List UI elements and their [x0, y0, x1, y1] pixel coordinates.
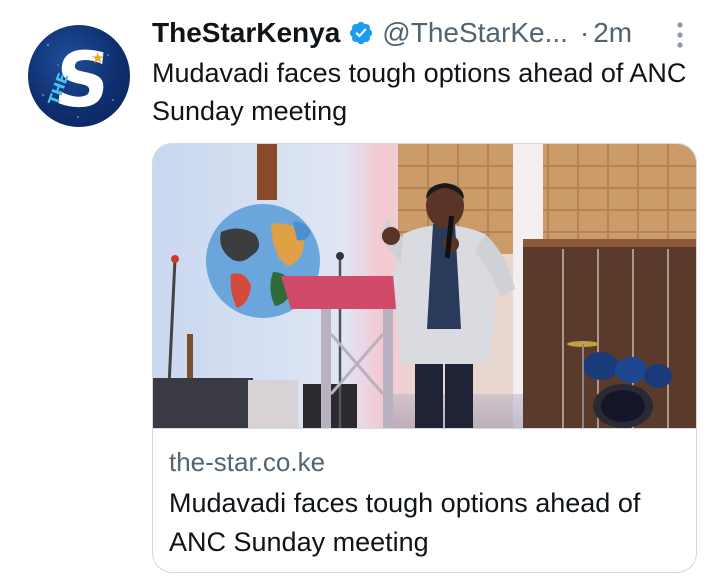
card-divider	[153, 428, 696, 429]
card-domain: the-star.co.ke	[169, 447, 326, 477]
user-handle[interactable]: @TheStarKe...	[382, 17, 568, 49]
verified-badge-icon	[348, 20, 374, 46]
separator-dot: ·	[579, 17, 590, 48]
display-name[interactable]: TheStarKenya	[152, 17, 340, 49]
card-image[interactable]	[153, 144, 696, 428]
link-card[interactable]: the-star.co.ke Mudavadi faces tough opti…	[152, 143, 697, 573]
avatar[interactable]: S THE ★	[28, 25, 130, 127]
tweet-text: Mudavadi faces tough options ahead of AN…	[152, 58, 687, 126]
star-icon: ★	[91, 50, 105, 67]
timestamp[interactable]: 2m	[593, 17, 632, 49]
card-title[interactable]: Mudavadi faces tough options ahead of AN…	[169, 484, 679, 562]
more-vertical-icon[interactable]	[672, 18, 688, 52]
tweet-header: TheStarKenya @TheStarKe... · 2m	[152, 12, 632, 54]
